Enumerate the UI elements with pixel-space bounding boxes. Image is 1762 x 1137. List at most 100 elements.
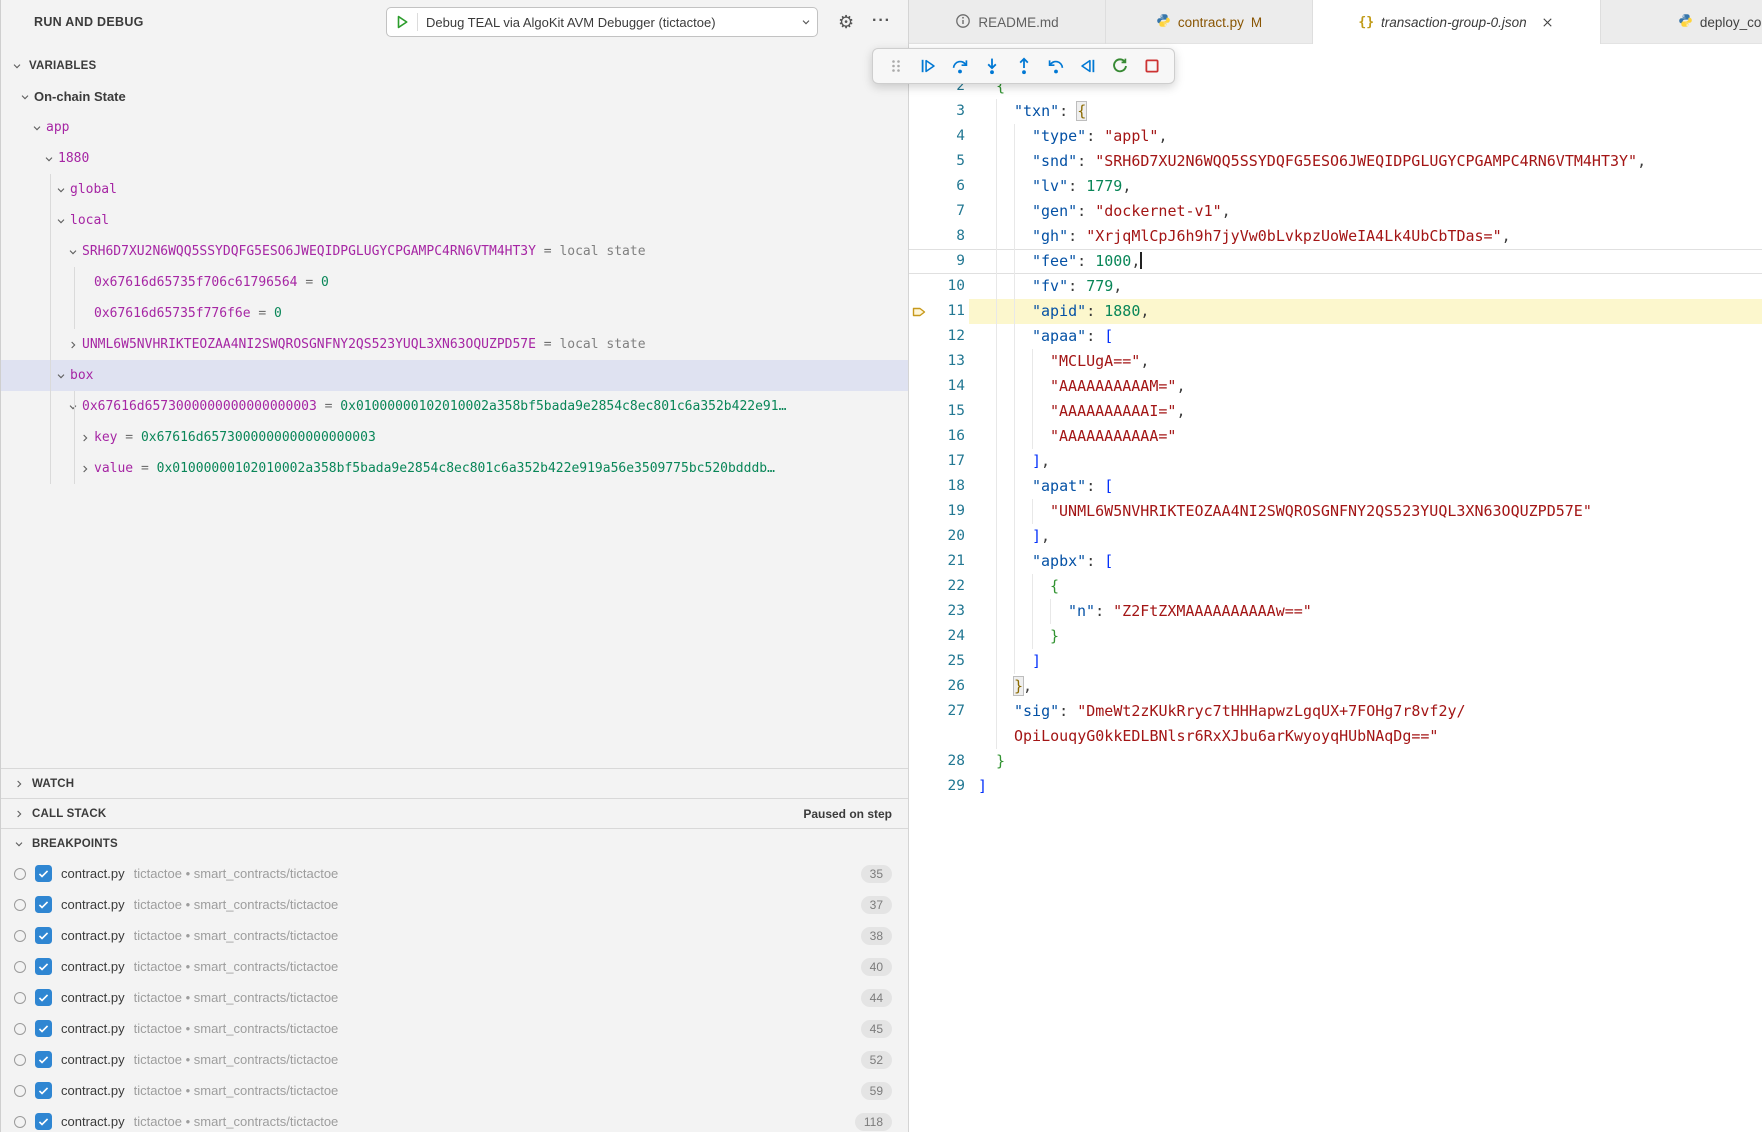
line-number[interactable]: 26: [929, 674, 965, 699]
code-line[interactable]: 3"txn": {: [909, 99, 1762, 124]
gutter-breakpoint-margin[interactable]: [909, 199, 929, 224]
step-out-button[interactable]: [1012, 55, 1035, 78]
breakpoint-row[interactable]: contract.pytictactoe • smart_contracts/t…: [0, 858, 908, 889]
code-line[interactable]: 26},: [909, 674, 1762, 699]
step-into-button[interactable]: [980, 55, 1003, 78]
settings-gear-icon[interactable]: ⚙: [838, 0, 854, 44]
line-number[interactable]: 9: [929, 249, 965, 274]
debug-step-arrow-icon[interactable]: [909, 299, 929, 324]
line-number[interactable]: 22: [929, 574, 965, 599]
line-number[interactable]: 28: [929, 749, 965, 774]
variable-row[interactable]: box: [0, 360, 908, 391]
code-line[interactable]: 27"sig": "DmeWt2zKUkRryc7tHHHapwzLgqUX+7…: [909, 699, 1762, 724]
code-line[interactable]: 24}: [909, 624, 1762, 649]
breakpoint-checkbox[interactable]: [35, 1113, 52, 1130]
variable-row[interactable]: UNML6W5NVHRIKTEOZAA4NI2SWQROSGNFNY2QS523…: [0, 329, 908, 360]
breakpoint-row[interactable]: contract.pytictactoe • smart_contracts/t…: [0, 982, 908, 1013]
breakpoint-row[interactable]: contract.pytictactoe • smart_contracts/t…: [0, 1044, 908, 1075]
gutter-breakpoint-margin[interactable]: [909, 149, 929, 174]
code-line-wrap[interactable]: OpiLouqyG0kkEDLBNlsr6RxXJbu6arKwyoyqHUbN…: [909, 724, 1762, 749]
watch-section-header[interactable]: WATCH: [0, 768, 908, 798]
line-number[interactable]: 25: [929, 649, 965, 674]
code-line[interactable]: 29]: [909, 774, 1762, 799]
gutter-breakpoint-margin[interactable]: [909, 374, 929, 399]
line-number[interactable]: 7: [929, 199, 965, 224]
code-line[interactable]: 18"apat": [: [909, 474, 1762, 499]
line-number[interactable]: 8: [929, 224, 965, 249]
code-line[interactable]: 11"apid": 1880,: [909, 299, 1762, 324]
code-line[interactable]: 19"UNML6W5NVHRIKTEOZAA4NI2SWQROSGNFNY2QS…: [909, 499, 1762, 524]
gutter-breakpoint-margin[interactable]: [909, 274, 929, 299]
variable-row[interactable]: 0x67616d65735f776f6e = 0: [0, 298, 908, 329]
more-actions-icon[interactable]: ···: [872, 0, 891, 42]
line-number[interactable]: 4: [929, 124, 965, 149]
code-line[interactable]: 13"MCLUgA==",: [909, 349, 1762, 374]
variable-row[interactable]: SRH6D7XU2N6WQQ5SSYDQFG5ESO6JWEQIDPGLUGYC…: [0, 236, 908, 267]
code-line[interactable]: 22{: [909, 574, 1762, 599]
tab-deploy-config[interactable]: deploy_config: [1601, 0, 1762, 44]
variable-row[interactable]: key = 0x67616d6573000000000000000003: [0, 422, 908, 453]
gutter-breakpoint-margin[interactable]: [909, 524, 929, 549]
line-number[interactable]: 5: [929, 149, 965, 174]
gutter-breakpoint-margin[interactable]: [909, 424, 929, 449]
variable-row[interactable]: 0x67616d6573000000000000000003 = 0x01000…: [0, 391, 908, 422]
breakpoint-checkbox[interactable]: [35, 927, 52, 944]
gutter-breakpoint-margin[interactable]: [909, 624, 929, 649]
line-number[interactable]: 23: [929, 599, 965, 624]
line-number[interactable]: 12: [929, 324, 965, 349]
breakpoint-checkbox[interactable]: [35, 989, 52, 1006]
line-number[interactable]: 24: [929, 624, 965, 649]
code-line[interactable]: 23"n": "Z2FtZXMAAAAAAAAAAw==": [909, 599, 1762, 624]
gutter-breakpoint-margin[interactable]: [909, 699, 929, 724]
gutter-breakpoint-margin[interactable]: [909, 249, 929, 274]
gutter-breakpoint-margin[interactable]: [909, 174, 929, 199]
breakpoint-checkbox[interactable]: [35, 958, 52, 975]
gutter-breakpoint-margin[interactable]: [909, 649, 929, 674]
gutter-breakpoint-margin[interactable]: [909, 474, 929, 499]
variable-row[interactable]: local: [0, 205, 908, 236]
restart-button[interactable]: [1108, 55, 1131, 78]
tab-transaction-group-0-json[interactable]: {} transaction-group-0.json: [1313, 0, 1601, 44]
line-number[interactable]: 11: [929, 299, 965, 324]
code-line[interactable]: 12"apaa": [: [909, 324, 1762, 349]
code-line[interactable]: 5"snd": "SRH6D7XU2N6WQQ5SSYDQFG5ESO6JWEQ…: [909, 149, 1762, 174]
breakpoint-row[interactable]: contract.pytictactoe • smart_contracts/t…: [0, 1106, 908, 1137]
gutter-breakpoint-margin[interactable]: [909, 774, 929, 799]
gutter-breakpoint-margin[interactable]: [909, 549, 929, 574]
code-line[interactable]: 21"apbx": [: [909, 549, 1762, 574]
line-number[interactable]: 14: [929, 374, 965, 399]
breakpoints-section-header[interactable]: BREAKPOINTS: [0, 828, 908, 858]
line-number[interactable]: 18: [929, 474, 965, 499]
code-line[interactable]: 10"fv": 779,: [909, 274, 1762, 299]
line-number[interactable]: 21: [929, 549, 965, 574]
code-line[interactable]: 6"lv": 1779,: [909, 174, 1762, 199]
gutter-breakpoint-margin[interactable]: [909, 124, 929, 149]
code-line[interactable]: 16"AAAAAAAAAAA=": [909, 424, 1762, 449]
code-line[interactable]: 9"fee": 1000,: [909, 249, 1762, 274]
breakpoint-row[interactable]: contract.pytictactoe • smart_contracts/t…: [0, 889, 908, 920]
line-number[interactable]: 27: [929, 699, 965, 724]
variable-row[interactable]: value = 0x01000000102010002a358bf5bada9e…: [0, 453, 908, 484]
code-line[interactable]: 25]: [909, 649, 1762, 674]
gutter-breakpoint-margin[interactable]: [909, 499, 929, 524]
line-number[interactable]: 19: [929, 499, 965, 524]
variables-section-header[interactable]: VARIABLES: [0, 50, 908, 81]
step-over-button[interactable]: [948, 55, 971, 78]
code-line[interactable]: 8"gh": "XrjqMlCpJ6h9h7jyVw0bLvkpzUoWeIA4…: [909, 224, 1762, 249]
breakpoint-row[interactable]: contract.pytictactoe • smart_contracts/t…: [0, 1075, 908, 1106]
step-back-button[interactable]: [1044, 55, 1067, 78]
breakpoint-checkbox[interactable]: [35, 1082, 52, 1099]
code-line[interactable]: 28}: [909, 749, 1762, 774]
code-line[interactable]: 20],: [909, 524, 1762, 549]
gutter-breakpoint-margin[interactable]: [909, 324, 929, 349]
variable-row[interactable]: global: [0, 174, 908, 205]
gutter-breakpoint-margin[interactable]: [909, 349, 929, 374]
line-number[interactable]: 20: [929, 524, 965, 549]
code-line[interactable]: 17],: [909, 449, 1762, 474]
line-number[interactable]: 17: [929, 449, 965, 474]
line-number[interactable]: 15: [929, 399, 965, 424]
breakpoint-row[interactable]: contract.pytictactoe • smart_contracts/t…: [0, 951, 908, 982]
call-stack-section-header[interactable]: CALL STACK Paused on step: [0, 798, 908, 828]
tab-readme-md[interactable]: README.md: [909, 0, 1106, 44]
line-number[interactable]: 10: [929, 274, 965, 299]
